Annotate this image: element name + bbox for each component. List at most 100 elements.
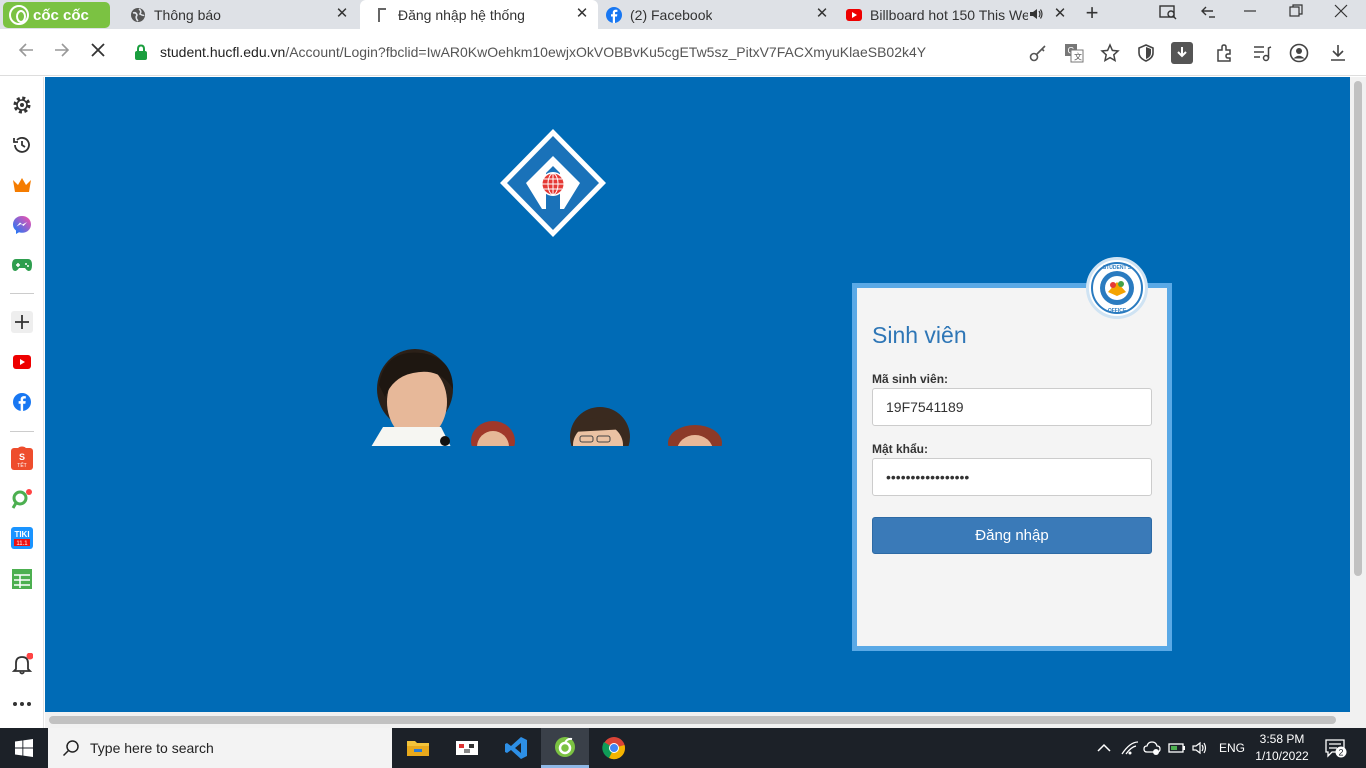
taskbar-clock[interactable]: 3:58 PM 1/10/2022 [1252, 731, 1312, 765]
new-tab-button[interactable]: + [1082, 2, 1102, 24]
close-tab-icon[interactable]: ✕ [574, 6, 590, 22]
chrome-icon[interactable] [590, 728, 638, 768]
svg-text:11.1: 11.1 [16, 541, 28, 547]
tab-dang-nhap[interactable]: Đăng nhập hệ thống ✕ [360, 0, 598, 29]
sidebar-divider [10, 431, 34, 432]
brand-label: cốc cốc [33, 6, 89, 24]
back-history-icon[interactable] [1198, 4, 1218, 24]
file-explorer-icon[interactable] [394, 728, 442, 768]
browser-brand-button[interactable]: cốc cốc [3, 2, 110, 28]
url-text: student.hucfl.edu.vn/Account/Login?fbcli… [160, 44, 927, 60]
download-manager-icon[interactable] [1171, 42, 1193, 64]
tab-label: Billboard hot 150 This We [870, 6, 1028, 23]
profile-icon[interactable] [1288, 42, 1310, 64]
close-tab-icon[interactable]: ✕ [814, 6, 830, 22]
volume-icon[interactable] [1191, 728, 1209, 768]
forward-button[interactable] [50, 41, 74, 65]
browser-sidebar: S TẾT TIKI 11.1 [0, 77, 44, 728]
notification-center-icon[interactable]: 2 [1325, 728, 1347, 768]
student-id-input[interactable] [872, 388, 1152, 426]
close-tab-icon[interactable]: ✕ [334, 6, 350, 22]
notification-bell-icon[interactable] [11, 653, 33, 675]
facebook-icon [606, 6, 622, 23]
taskbar-search[interactable]: Type here to search [48, 728, 392, 768]
students-photo [365, 347, 725, 447]
extensions-icon[interactable] [1214, 42, 1236, 64]
messenger-icon[interactable] [11, 214, 33, 236]
close-tab-icon[interactable]: ✕ [1052, 6, 1068, 22]
more-icon[interactable] [11, 693, 33, 715]
tab-label: Đăng nhập hệ thống [398, 6, 525, 23]
notification-count: 2 [1338, 748, 1343, 758]
history-icon[interactable] [11, 134, 33, 156]
settings-gear-icon[interactable] [11, 94, 33, 116]
language-indicator[interactable]: ENG [1219, 728, 1245, 768]
coccoc-taskbar-icon[interactable] [541, 728, 589, 768]
tab-thong-bao[interactable]: Thông báo ✕ [116, 0, 358, 29]
search-placeholder: Type here to search [90, 740, 214, 756]
search-icon [62, 739, 80, 757]
network-icon[interactable] [1121, 728, 1139, 768]
map-pin-icon[interactable] [11, 488, 33, 510]
battery-icon[interactable] [1168, 728, 1186, 768]
shield-icon[interactable] [1135, 42, 1157, 64]
login-button[interactable]: Đăng nhập [872, 517, 1152, 554]
browser-toolbar: student.hucfl.edu.vn/Account/Login?fbcli… [0, 29, 1366, 76]
svg-text:TIKI: TIKI [14, 530, 29, 539]
playlist-icon[interactable] [1251, 42, 1273, 64]
sidebar-divider [10, 293, 34, 294]
scroll-thumb[interactable] [49, 716, 1336, 724]
svg-text:S: S [19, 452, 25, 462]
minimize-icon[interactable] [1240, 4, 1260, 24]
tab-strip: cốc cốc Thông báo ✕ Đăng nhập hệ thống ✕… [0, 0, 1366, 29]
login-form: Sinh viên Mã sinh viên: Mật khẩu: Đăng n… [852, 283, 1172, 651]
download-icon[interactable] [1327, 42, 1349, 64]
youtube-icon[interactable] [11, 351, 33, 373]
coccoc-logo-icon [9, 5, 29, 25]
lock-icon[interactable] [134, 44, 148, 60]
globe-icon [130, 7, 146, 23]
svg-text:OFFICE: OFFICE [1108, 308, 1127, 314]
key-icon[interactable] [1027, 42, 1049, 64]
page-icon [374, 7, 390, 23]
speaker-icon[interactable] [1028, 6, 1044, 25]
clock-time: 3:58 PM [1259, 732, 1305, 746]
snipping-tool-icon[interactable] [443, 728, 491, 768]
tab-label: Thông báo [154, 6, 221, 23]
bookmark-star-icon[interactable] [1099, 42, 1121, 64]
search-tabs-icon[interactable] [1158, 4, 1178, 24]
youtube-icon [846, 7, 862, 23]
shopee-icon[interactable]: S TẾT [11, 446, 33, 470]
translate-icon[interactable]: G文 [1063, 42, 1085, 64]
windows-taskbar: Type here to search ENG 3:58 PM 1/10/202… [0, 728, 1366, 768]
login-title: Sinh viên [872, 322, 967, 348]
clock-date: 1/10/2022 [1255, 749, 1309, 763]
tiki-icon[interactable]: TIKI 11.1 [11, 527, 33, 549]
vertical-scrollbar[interactable] [1350, 77, 1366, 728]
student-id-label: Mã sinh viên: [872, 372, 949, 386]
svg-text:文: 文 [1074, 52, 1082, 62]
svg-text:TẾT: TẾT [17, 462, 26, 469]
password-label: Mật khẩu: [872, 442, 929, 456]
crown-icon[interactable] [11, 174, 33, 196]
facebook-icon[interactable] [11, 391, 33, 413]
start-button[interactable] [0, 728, 48, 768]
gamepad-icon[interactable] [11, 254, 33, 276]
show-hidden-icons[interactable] [1097, 728, 1111, 768]
scroll-thumb[interactable] [1354, 81, 1362, 576]
tab-facebook[interactable]: (2) Facebook ✕ [598, 0, 838, 29]
add-panel-icon[interactable] [11, 311, 33, 333]
cloud-icon[interactable] [1143, 728, 1161, 768]
close-window-icon[interactable] [1331, 4, 1351, 24]
sheets-icon[interactable] [11, 568, 33, 590]
stop-loading-button[interactable] [86, 41, 110, 65]
student-office-badge: STUDENT'S OFFICE [1086, 257, 1148, 319]
restore-icon[interactable] [1286, 4, 1306, 24]
horizontal-scrollbar[interactable] [45, 712, 1350, 728]
tab-billboard[interactable]: Billboard hot 150 This We ✕ [838, 0, 1076, 29]
password-input[interactable] [872, 458, 1152, 496]
back-button[interactable] [14, 41, 38, 65]
school-logo [498, 127, 608, 239]
tab-label: (2) Facebook [630, 6, 713, 23]
vscode-icon[interactable] [492, 728, 540, 768]
